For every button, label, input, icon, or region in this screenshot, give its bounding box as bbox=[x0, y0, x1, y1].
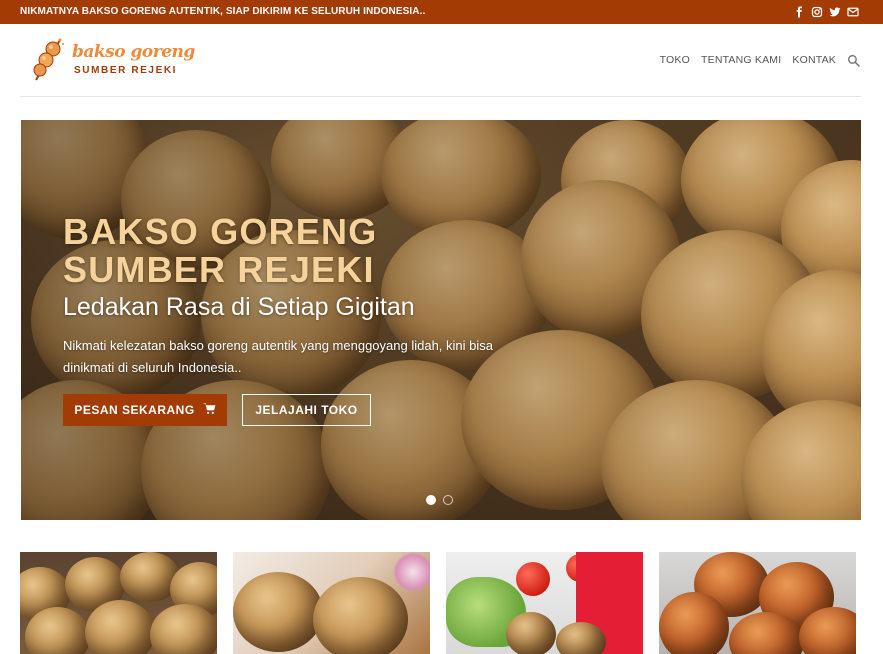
product-image-ball bbox=[313, 577, 408, 654]
product-image-ball bbox=[506, 612, 556, 654]
twitter-icon[interactable] bbox=[829, 5, 841, 18]
slider-dot-2[interactable] bbox=[443, 495, 453, 505]
announcement-text: NIKMATNYA BAKSO GORENG AUTENTIK, SIAP DI… bbox=[20, 6, 426, 17]
slider-dot-1[interactable] bbox=[426, 495, 436, 505]
product-image-ball bbox=[25, 607, 90, 654]
product-image-ball bbox=[659, 592, 729, 654]
site-logo[interactable]: bakso goreng SUMBER REJEKI bbox=[30, 36, 195, 86]
logo-wordmark: bakso goreng bbox=[72, 42, 195, 62]
slider-dots bbox=[426, 495, 453, 505]
social-links bbox=[793, 5, 859, 18]
flower-decoration bbox=[393, 552, 430, 592]
cart-icon bbox=[203, 402, 216, 418]
hero-title: BAKSO GORENG SUMBER REJEKI bbox=[63, 213, 377, 289]
nav-item-kontak[interactable]: KONTAK bbox=[792, 54, 836, 66]
hero-description: Nikmati kelezatan bakso goreng autentik … bbox=[63, 338, 493, 375]
tomato-decoration bbox=[516, 562, 550, 596]
order-now-button[interactable]: PESAN SEKARANG bbox=[63, 394, 227, 426]
product-card-3[interactable] bbox=[446, 552, 643, 654]
product-card-2[interactable] bbox=[233, 552, 430, 654]
product-image-ball bbox=[556, 622, 606, 654]
logo-tagline: SUMBER REJEKI bbox=[74, 65, 178, 76]
product-image-ball bbox=[85, 600, 155, 654]
hero-title-line-2: SUMBER REJEKI bbox=[63, 249, 375, 290]
hero-subtitle: Ledakan Rasa di Setiap Gigitan bbox=[63, 293, 415, 321]
product-image-ball bbox=[233, 572, 323, 652]
nav-item-tentang-kami[interactable]: TENTANG KAMI bbox=[701, 54, 781, 66]
facebook-icon[interactable] bbox=[793, 5, 805, 18]
top-bar: NIKMATNYA BAKSO GORENG AUTENTIK, SIAP DI… bbox=[0, 0, 883, 24]
product-image-ball bbox=[150, 604, 217, 654]
instagram-icon[interactable] bbox=[811, 5, 823, 18]
site-header: bakso goreng SUMBER REJEKI TOKO TENTANG … bbox=[0, 24, 883, 97]
email-icon[interactable] bbox=[847, 5, 859, 18]
explore-shop-button[interactable]: JELAJAHI TOKO bbox=[242, 394, 371, 426]
skewer-logo-icon bbox=[33, 38, 64, 81]
hero-slider: BAKSO GORENG SUMBER REJEKI Ledakan Rasa … bbox=[21, 120, 861, 520]
product-card-4[interactable] bbox=[659, 552, 856, 654]
search-icon[interactable] bbox=[847, 53, 861, 67]
main-nav: TOKO TENTANG KAMI KONTAK bbox=[660, 53, 861, 67]
header-divider bbox=[20, 96, 861, 97]
product-card-1[interactable] bbox=[20, 552, 217, 654]
nav-item-toko[interactable]: TOKO bbox=[660, 54, 690, 66]
hero-title-line-1: BAKSO GORENG bbox=[63, 211, 378, 252]
order-now-label: PESAN SEKARANG bbox=[74, 403, 195, 417]
